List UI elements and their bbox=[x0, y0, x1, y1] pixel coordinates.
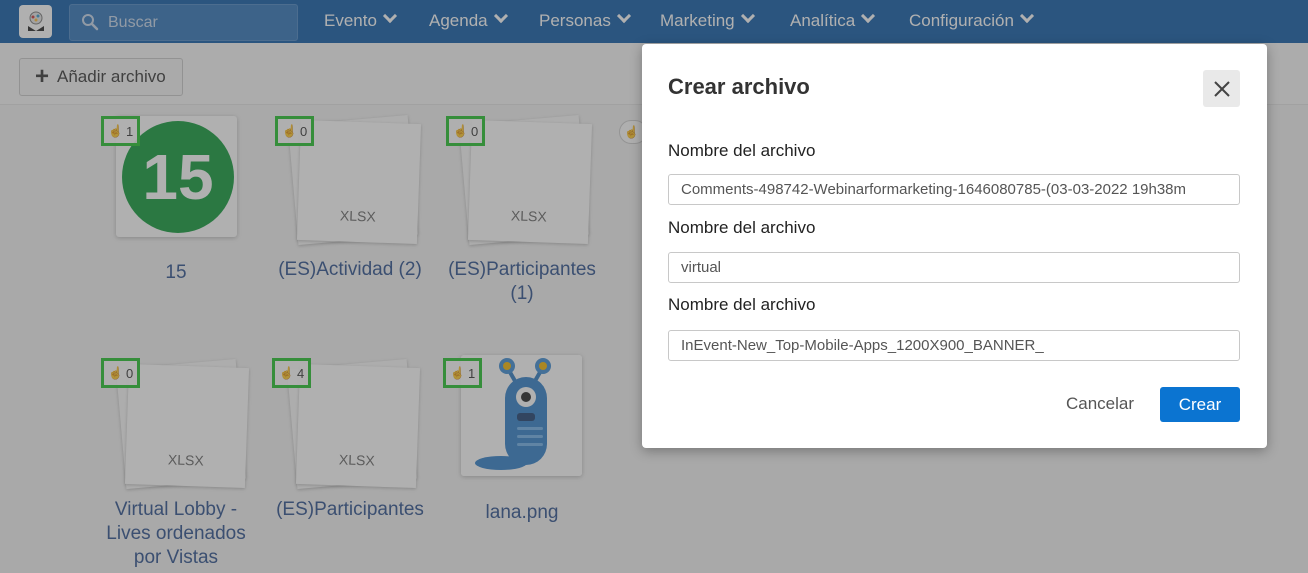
filename-input-3[interactable] bbox=[668, 330, 1240, 361]
close-icon bbox=[1213, 80, 1230, 97]
field-label: Nombre del archivo bbox=[668, 218, 816, 237]
cancel-button[interactable]: Cancelar bbox=[1060, 387, 1140, 421]
close-button[interactable] bbox=[1203, 70, 1240, 107]
create-file-modal: Crear archivo Nombre del archivo Nombre … bbox=[642, 44, 1267, 448]
field-label: Nombre del archivo bbox=[668, 295, 816, 314]
modal-title: Crear archivo bbox=[668, 74, 810, 99]
field-label: Nombre del archivo bbox=[668, 141, 816, 160]
create-button[interactable]: Crear bbox=[1160, 387, 1240, 422]
filename-input-2[interactable] bbox=[668, 252, 1240, 283]
filename-input-1[interactable] bbox=[668, 174, 1240, 205]
